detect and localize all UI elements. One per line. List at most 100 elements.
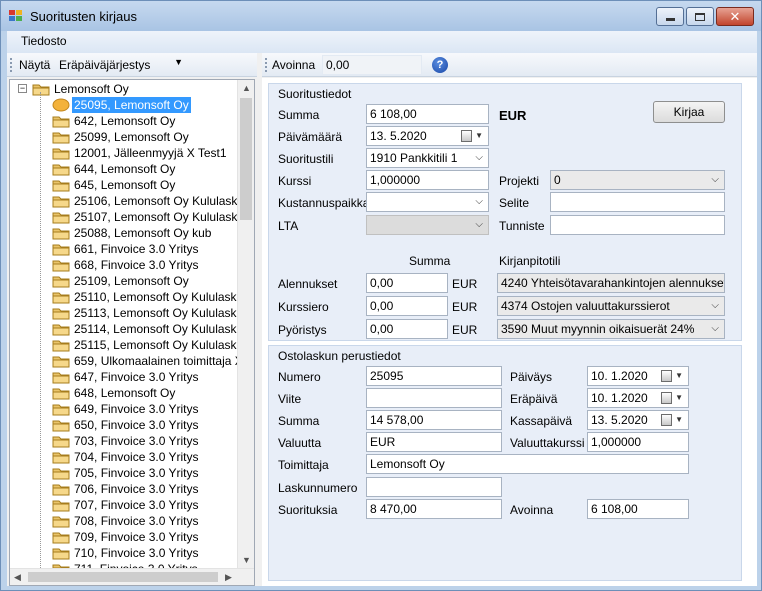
- collapse-icon[interactable]: −: [18, 84, 27, 93]
- calendar-icon[interactable]: [661, 370, 672, 382]
- sort-order-dropdown[interactable]: Eräpäiväjärjestys ▼: [59, 56, 187, 74]
- calendar-icon[interactable]: [461, 130, 472, 142]
- fx-rate-field[interactable]: 1,000000: [587, 432, 689, 452]
- tree-item-label: 668, Finvoice 3.0 Yritys: [74, 258, 199, 272]
- folder-icon: [52, 258, 70, 272]
- post-button[interactable]: Kirjaa: [653, 101, 725, 123]
- date-label: Päivämäärä: [278, 130, 343, 144]
- scroll-left-icon[interactable]: ◀: [14, 572, 21, 583]
- chevron-down-icon[interactable]: ▼: [675, 371, 683, 380]
- fx-account-value: 4374 Ostojen valuuttakurssierot: [501, 299, 670, 313]
- maximize-button[interactable]: [686, 7, 714, 26]
- cash-date-value: 13. 5.2020: [591, 413, 648, 427]
- help-icon[interactable]: ?: [432, 57, 448, 73]
- scroll-down-icon[interactable]: ▼: [242, 555, 251, 565]
- folder-icon: [52, 146, 70, 160]
- invoice-no-field[interactable]: [366, 477, 502, 497]
- folder-icon: [52, 354, 70, 368]
- close-icon: ✕: [729, 9, 741, 24]
- invoice-number-field[interactable]: 25095: [366, 366, 502, 386]
- left-toolbar: Näytä Eräpäiväjärjestys ▼: [7, 53, 257, 77]
- payment-date-picker[interactable]: 13. 5.2020 ▼: [366, 126, 489, 146]
- cost-center-dropdown[interactable]: ⌵: [366, 192, 489, 212]
- memo-input[interactable]: [550, 192, 725, 212]
- account-dropdown[interactable]: 1910 Pankkitili 1 ⌵: [366, 148, 489, 168]
- due-date-picker[interactable]: 10. 1.2020 ▼: [587, 388, 689, 408]
- chevron-down-icon: ⌵: [475, 196, 483, 207]
- close-button[interactable]: ✕: [716, 7, 754, 26]
- tree-item-label: 648, Lemonsoft Oy: [74, 386, 176, 400]
- invoice-open-label: Avoinna: [510, 503, 554, 517]
- folder-icon: [52, 162, 70, 176]
- payment-date-value: 13. 5.2020: [370, 129, 427, 143]
- right-toolbar: Avoinna 0,00 ?: [262, 53, 757, 77]
- minimize-icon: [665, 18, 675, 21]
- currency-value: EUR: [370, 435, 396, 449]
- show-label: Näytä: [19, 58, 51, 72]
- id-input[interactable]: [550, 215, 725, 235]
- invoice-date-picker[interactable]: 10. 1.2020 ▼: [587, 366, 689, 386]
- calendar-icon[interactable]: [661, 392, 672, 404]
- rounding-label: Pyöristys: [278, 323, 327, 337]
- tree-item-label: 647, Finvoice 3.0 Yritys: [74, 370, 199, 384]
- scroll-up-icon[interactable]: ▲: [242, 83, 251, 93]
- folder-icon: [52, 226, 70, 240]
- folder-icon: [52, 274, 70, 288]
- invoice-open-field[interactable]: 6 108,00: [587, 499, 689, 519]
- toolbar-grip[interactable]: [10, 58, 12, 72]
- discounts-input[interactable]: 0,00: [366, 273, 448, 293]
- invoice-sum-field[interactable]: 14 578,00: [366, 410, 502, 430]
- supplier-label: Toimittaja: [278, 458, 329, 472]
- discounts-account-dropdown[interactable]: 4240 Yhteisötavarahankintojen alennukset…: [497, 273, 725, 293]
- scroll-right-icon[interactable]: ▶: [225, 572, 232, 583]
- rounding-input[interactable]: 0,00: [366, 319, 448, 339]
- chevron-down-icon: ⌵: [711, 323, 719, 334]
- folder-icon: [52, 306, 70, 320]
- chevron-down-icon[interactable]: ▼: [675, 393, 683, 402]
- fx-account-dropdown[interactable]: 4374 Ostojen valuuttakurssierot ⌵: [497, 296, 725, 316]
- amount-value: 6 108,00: [370, 107, 417, 121]
- folder-icon: [52, 546, 70, 560]
- supplier-field[interactable]: Lemonsoft Oy: [366, 454, 689, 474]
- folder-icon: [52, 498, 70, 512]
- folder-icon: [52, 290, 70, 304]
- tree-item-label: 710, Finvoice 3.0 Yritys: [74, 546, 199, 560]
- tree-item-label: 709, Finvoice 3.0 Yritys: [74, 530, 199, 544]
- menu-bar: Tiedosto: [7, 31, 757, 53]
- rounding-account-dropdown[interactable]: 3590 Muut myynnin oikaisuerät 24% ⌵: [497, 319, 725, 339]
- tree-item-label: 642, Lemonsoft Oy: [74, 114, 176, 128]
- invoice-date-value: 10. 1.2020: [591, 369, 648, 383]
- fx-value: 0,00: [370, 299, 394, 313]
- cash-date-picker[interactable]: 13. 5.2020 ▼: [587, 410, 689, 430]
- toolbar-grip-right[interactable]: [265, 58, 267, 72]
- lta-dropdown[interactable]: ⌵: [366, 215, 489, 235]
- currency-field[interactable]: EUR: [366, 432, 502, 452]
- tree-item-label: 25107, Lemonsoft Oy Kululasku: [74, 210, 245, 224]
- invoice-tree[interactable]: − Lemonsoft Oy 25095, Lemonsoft Oy 642, Lem…: [9, 79, 255, 586]
- folder-icon: [52, 98, 70, 112]
- tree-item-label: 708, Finvoice 3.0 Yritys: [74, 514, 199, 528]
- fx-input[interactable]: 0,00: [366, 296, 448, 316]
- chevron-down-icon[interactable]: ▼: [475, 131, 483, 140]
- chevron-down-icon[interactable]: ▼: [675, 415, 683, 424]
- scroll-thumb-horizontal[interactable]: [28, 572, 218, 582]
- rounding-currency: EUR: [452, 323, 478, 337]
- project-dropdown[interactable]: 0 ⌵: [550, 170, 725, 190]
- tree-vertical-scrollbar[interactable]: ▲ ▼: [237, 80, 254, 568]
- rate-input[interactable]: 1,000000: [366, 170, 489, 190]
- amount-input[interactable]: 6 108,00: [366, 104, 489, 124]
- id-label: Tunniste: [499, 219, 545, 233]
- open-amount-value: 0,00: [326, 58, 350, 72]
- scroll-thumb-vertical[interactable]: [240, 98, 252, 220]
- menu-file[interactable]: Tiedosto: [21, 34, 67, 48]
- chevron-down-icon: ⌵: [475, 219, 483, 230]
- invoice-sum-label: Summa: [278, 414, 320, 428]
- minimize-button[interactable]: [656, 7, 684, 26]
- payments-field[interactable]: 8 470,00: [366, 499, 502, 519]
- tree-horizontal-scrollbar[interactable]: ◀ ▶: [10, 568, 254, 585]
- ref-field[interactable]: [366, 388, 502, 408]
- calendar-icon[interactable]: [661, 414, 672, 426]
- tree-item-label: 25088, Lemonsoft Oy kub: [74, 226, 212, 240]
- tree-item-label: 706, Finvoice 3.0 Yritys: [74, 482, 199, 496]
- tree-item-label: 25106, Lemonsoft Oy Kululasku: [74, 194, 245, 208]
